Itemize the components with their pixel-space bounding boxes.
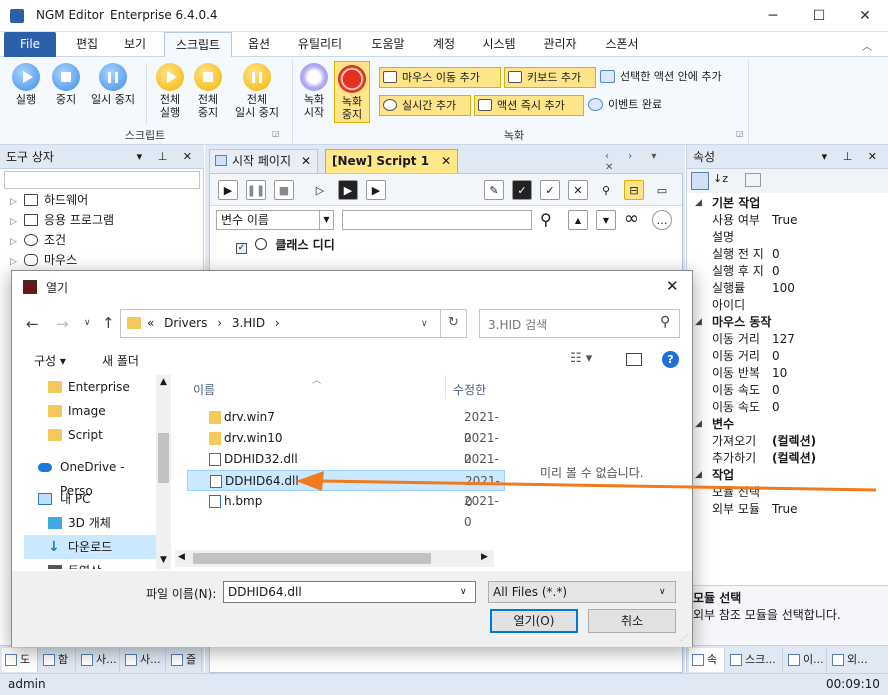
annotation-arrow [296, 471, 877, 492]
